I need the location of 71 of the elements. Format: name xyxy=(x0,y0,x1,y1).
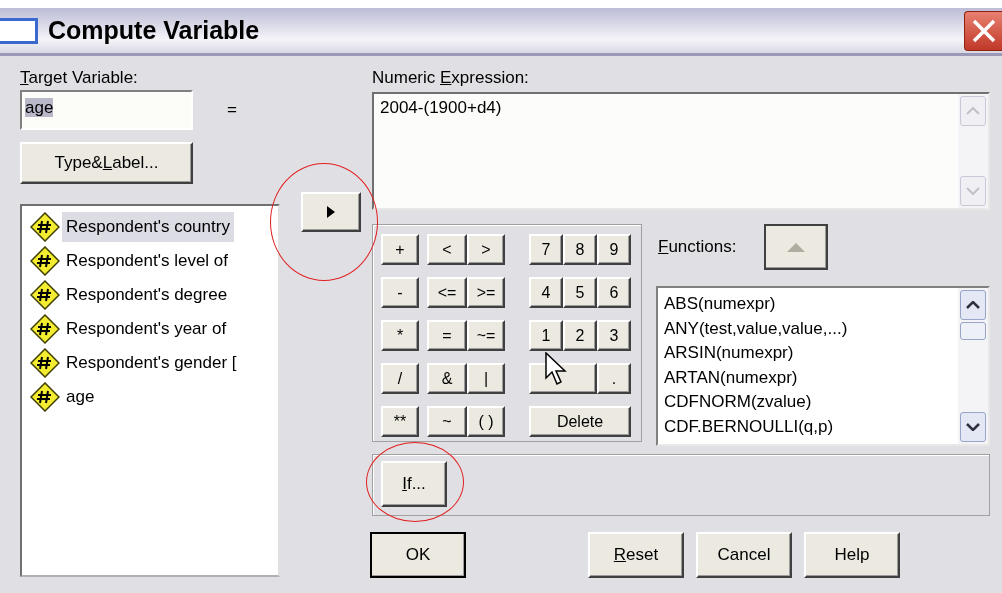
keypad-key[interactable]: . xyxy=(597,363,631,394)
scroll-thumb[interactable] xyxy=(960,322,986,340)
keypad-key[interactable]: 6 xyxy=(597,277,631,308)
window-icon xyxy=(0,17,38,44)
window-title: Compute Variable xyxy=(48,16,261,45)
scroll-down-icon xyxy=(966,187,980,195)
keypad-key[interactable]: ~ xyxy=(427,406,467,437)
variable-item[interactable]: Respondent's level of xyxy=(62,246,232,276)
keypad-key[interactable]: ( ) xyxy=(467,406,505,437)
variable-item[interactable]: Respondent's country xyxy=(62,212,234,242)
numeric-variable-icon xyxy=(30,382,60,412)
keypad-key[interactable]: 9 xyxy=(597,234,631,265)
scrollbar[interactable] xyxy=(958,288,988,444)
mouse-cursor-icon xyxy=(545,352,567,386)
paste-function-button[interactable] xyxy=(764,224,829,270)
keypad-key[interactable]: 8 xyxy=(563,234,597,265)
keypad-key[interactable]: 4 xyxy=(529,277,563,308)
keypad-key[interactable]: + xyxy=(381,234,419,265)
numeric-expression-label: Numeric Expression: xyxy=(372,68,530,88)
numeric-expression-field[interactable]: 2004-(1900+d4) xyxy=(372,92,990,210)
keypad-key[interactable]: 3 xyxy=(597,320,631,351)
keypad-key[interactable]: ** xyxy=(381,406,419,437)
dialog-button[interactable]: Reset xyxy=(588,532,684,578)
target-variable-field[interactable]: age xyxy=(20,90,193,130)
dialog-button[interactable]: Help xyxy=(804,532,900,578)
keypad-key[interactable]: 2 xyxy=(563,320,597,351)
keypad-key[interactable]: > xyxy=(467,234,505,265)
equals-sign: = xyxy=(227,100,237,120)
keypad-key[interactable]: <= xyxy=(427,277,467,308)
variable-item[interactable]: Respondent's degree xyxy=(62,280,232,310)
function-item[interactable]: CDF.BERNOULLI(q,p) xyxy=(664,414,952,439)
dialog-button[interactable]: OK xyxy=(370,532,466,578)
keypad-key[interactable]: = xyxy=(427,320,467,351)
numeric-variable-icon xyxy=(30,212,60,242)
function-item[interactable]: ANY(test,value,value,...) xyxy=(664,316,952,341)
function-item[interactable]: ABS(numexpr) xyxy=(664,292,952,317)
right-triangle-icon xyxy=(327,206,335,218)
keypad-key[interactable]: >= xyxy=(467,277,505,308)
keypad-key[interactable]: - xyxy=(381,277,419,308)
scroll-up-icon xyxy=(966,107,980,115)
variable-item[interactable]: age xyxy=(62,382,99,412)
function-item[interactable]: ARSIN(numexpr) xyxy=(664,341,952,366)
move-right-button[interactable] xyxy=(301,192,361,232)
numeric-variable-icon xyxy=(30,348,60,378)
up-triangle-icon xyxy=(787,242,806,252)
keypad-key[interactable]: & xyxy=(427,363,467,394)
keypad-key[interactable]: ~= xyxy=(467,320,505,351)
keypad-key[interactable]: Delete xyxy=(529,406,631,437)
close-button[interactable] xyxy=(964,10,1002,51)
function-item[interactable]: CDFNORM(zvalue) xyxy=(664,390,952,415)
scroll-down-icon xyxy=(966,423,980,431)
if-button[interactable]: If... xyxy=(381,461,447,507)
functions-label: Functions: xyxy=(658,237,737,257)
variable-item[interactable]: Respondent's gender [ xyxy=(62,348,241,378)
function-item[interactable]: ARTAN(numexpr) xyxy=(664,365,952,390)
close-icon xyxy=(970,17,997,44)
keypad-key[interactable]: < xyxy=(427,234,467,265)
dialog-button[interactable]: Cancel xyxy=(696,532,792,578)
keypad-key[interactable]: * xyxy=(381,320,419,351)
scroll-up-icon xyxy=(966,301,980,309)
keypad-key[interactable]: 5 xyxy=(563,277,597,308)
keypad-key[interactable]: 1 xyxy=(529,320,563,351)
variable-item[interactable]: Respondent's year of xyxy=(62,314,231,344)
type-label-button[interactable]: Type&Label... xyxy=(20,142,193,184)
keypad-key[interactable]: 7 xyxy=(529,234,563,265)
keypad-key[interactable]: | xyxy=(467,363,505,394)
numeric-variable-icon xyxy=(30,246,60,276)
target-variable-label: Target Variable: xyxy=(20,68,139,88)
numeric-variable-icon xyxy=(30,280,60,310)
keypad-key[interactable]: / xyxy=(381,363,419,394)
numeric-variable-icon xyxy=(30,314,60,344)
